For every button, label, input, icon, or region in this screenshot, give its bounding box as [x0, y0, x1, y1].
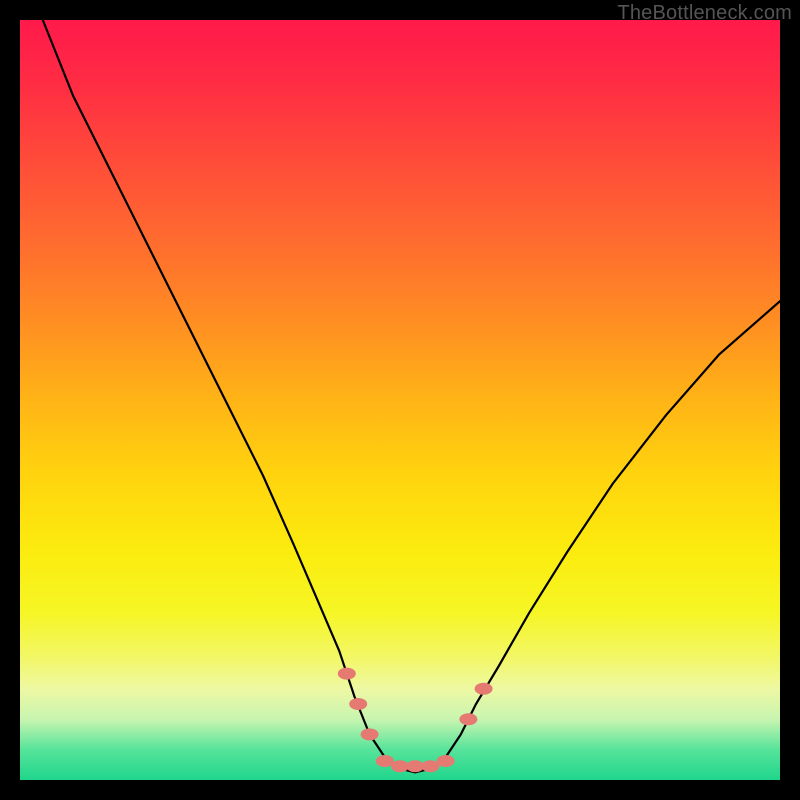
- curve-marker: [421, 760, 439, 772]
- curve-marker: [361, 728, 379, 740]
- curve-marker: [459, 713, 477, 725]
- curve-marker: [437, 755, 455, 767]
- curve-marker: [349, 698, 367, 710]
- curve-marker: [376, 755, 394, 767]
- gradient-plot-area: [20, 20, 780, 780]
- curve-marker: [475, 683, 493, 695]
- curve-marker: [338, 668, 356, 680]
- bottleneck-curve: [43, 20, 780, 772]
- curve-layer: [20, 20, 780, 780]
- chart-frame: TheBottleneck.com: [0, 0, 800, 800]
- watermark-text: TheBottleneck.com: [617, 2, 792, 25]
- marker-group: [338, 668, 493, 773]
